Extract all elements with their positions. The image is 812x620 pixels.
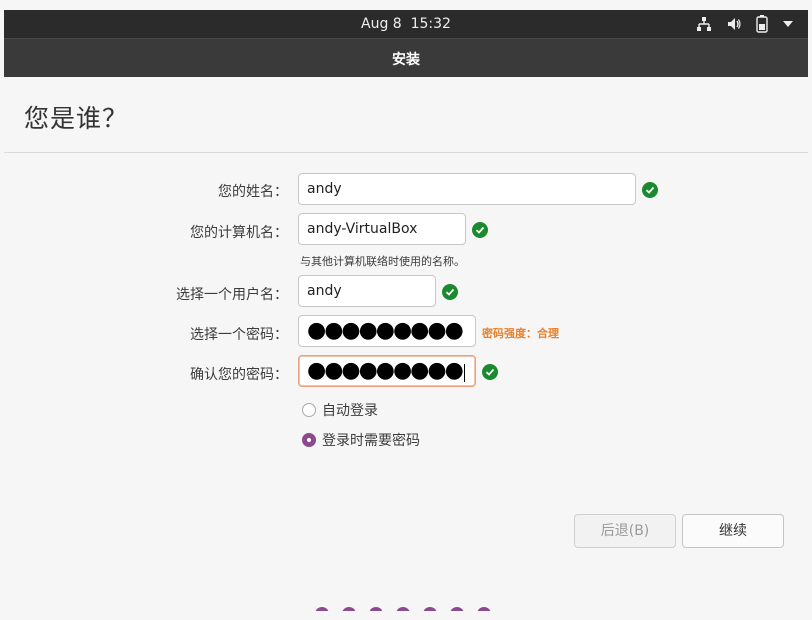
- clock[interactable]: Aug 8 15:32: [4, 16, 808, 32]
- computer-name-hint: 与其他计算机联络时使用的名称。: [300, 255, 465, 268]
- continue-button[interactable]: 继续: [682, 514, 784, 548]
- volume-icon[interactable]: [726, 16, 742, 32]
- password-input[interactable]: ●●●●●●●●●: [298, 315, 476, 347]
- auto-login-label: 自动登录: [322, 403, 378, 419]
- confirm-password-mask: ●●●●●●●●●: [307, 358, 464, 383]
- progress-dot: [342, 607, 356, 611]
- window-title: 安装: [392, 52, 420, 68]
- confirm-password-valid-check-icon: [482, 364, 498, 380]
- computer-name-input[interactable]: andy-VirtualBox: [298, 213, 466, 245]
- require-password-option[interactable]: 登录时需要密码: [302, 430, 420, 450]
- require-password-label: 登录时需要密码: [322, 433, 420, 449]
- system-top-bar: Aug 8 15:32: [4, 10, 808, 38]
- confirm-password-label: 确认您的密码：: [190, 367, 288, 383]
- progress-dot: [396, 607, 410, 611]
- network-icon[interactable]: [696, 16, 712, 32]
- progress-dot: [450, 607, 464, 611]
- password-strength-text: 密码强度：合理: [482, 327, 559, 340]
- page-title: 您是谁？: [24, 104, 129, 133]
- password-label: 选择一个密码：: [190, 327, 288, 343]
- password-mask: ●●●●●●●●●: [307, 318, 464, 343]
- username-label: 选择一个用户名：: [176, 287, 288, 303]
- install-progress-dots: [315, 607, 491, 611]
- progress-dot: [477, 607, 491, 611]
- computer-name-label: 您的计算机名：: [190, 225, 288, 241]
- header-divider: [4, 152, 808, 153]
- window-title-bar: 安装: [4, 38, 808, 77]
- username-valid-check-icon: [442, 284, 458, 300]
- system-tray[interactable]: [696, 14, 794, 34]
- require-password-radio[interactable]: [302, 433, 316, 447]
- installer-window: Aug 8 15:32 安装 您是谁？ 您的姓名： andy 您的计算机名： a…: [4, 10, 808, 611]
- text-caret: [463, 364, 465, 382]
- name-label: 您的姓名：: [218, 184, 288, 200]
- auto-login-option[interactable]: 自动登录: [302, 400, 378, 420]
- username-input[interactable]: andy: [298, 275, 436, 307]
- name-valid-check-icon: [642, 182, 658, 198]
- back-button[interactable]: 后退(B): [574, 514, 676, 548]
- progress-dot: [315, 607, 329, 611]
- progress-dot: [423, 607, 437, 611]
- confirm-password-input[interactable]: ●●●●●●●●●: [298, 355, 476, 387]
- progress-dot: [369, 607, 383, 611]
- battery-icon[interactable]: [756, 15, 768, 33]
- menu-chevron-down-icon[interactable]: [782, 19, 794, 29]
- auto-login-radio[interactable]: [302, 403, 316, 417]
- name-input[interactable]: andy: [298, 173, 636, 205]
- computer-name-valid-check-icon: [472, 222, 488, 238]
